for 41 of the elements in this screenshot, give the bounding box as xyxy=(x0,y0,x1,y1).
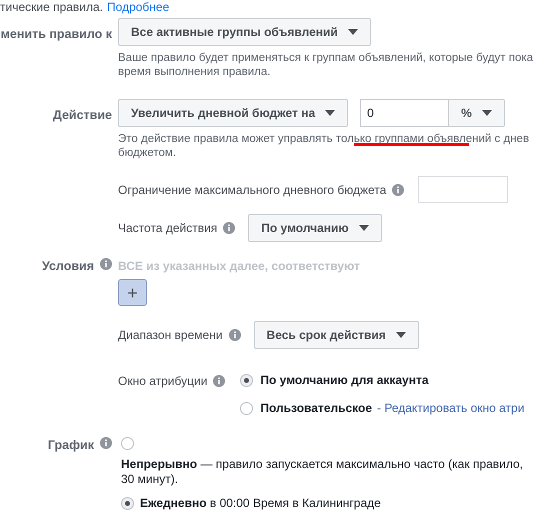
caret-icon xyxy=(482,110,492,116)
add-condition-button[interactable]: + xyxy=(118,279,147,306)
caret-icon xyxy=(325,110,336,116)
radio-button[interactable] xyxy=(240,374,254,386)
schedule-option-text: Ежедневно в 00:00 Время в Калининграде xyxy=(140,496,381,511)
field-label: Частота действия xyxy=(118,220,218,237)
caret-icon xyxy=(396,332,406,338)
field-label: менить правило к xyxy=(0,26,112,43)
option-label: Пользовательское xyxy=(260,400,372,417)
info-icon[interactable] xyxy=(223,222,236,234)
field-label: Окно атрибуции xyxy=(118,373,208,390)
field-label: График xyxy=(48,437,94,454)
conditions-hint: ВСЕ из указанных далее, соответствуют xyxy=(118,258,360,275)
edit-attribution-link[interactable]: - Редактировать окно атри xyxy=(377,399,524,417)
option-label: По умолчанию для аккаунта xyxy=(260,372,429,389)
schedule-option-text: Непрерывно — правило запускается максимально часто (как правило, 30 минут). xyxy=(121,457,524,487)
field-label: Диапазон времени xyxy=(118,327,223,344)
info-icon[interactable] xyxy=(100,258,112,270)
field-label: Действие xyxy=(52,107,112,124)
radio-button[interactable] xyxy=(121,497,134,510)
dropdown-button[interactable]: Весь срок действия xyxy=(254,321,419,349)
intro-text: тические правила. xyxy=(0,0,104,14)
unit-dropdown[interactable]: % xyxy=(448,99,505,127)
dropdown-button[interactable]: По умолчанию xyxy=(248,214,382,242)
budget-input[interactable] xyxy=(418,176,508,203)
caret-icon xyxy=(348,29,358,35)
caret-icon xyxy=(358,225,369,231)
info-icon[interactable] xyxy=(392,184,404,196)
dropdown-button[interactable]: Увеличить дневной бюджет на xyxy=(118,99,348,127)
info-icon[interactable] xyxy=(228,329,241,341)
info-icon[interactable] xyxy=(100,437,112,449)
info-icon[interactable] xyxy=(213,375,226,387)
radio-button[interactable] xyxy=(121,437,134,450)
field-label: Ограничение максимального дневного бюджета xyxy=(118,182,386,198)
learn-more-link[interactable]: Подробнее xyxy=(107,0,170,14)
field-label: Условия xyxy=(42,258,94,275)
radio-button[interactable] xyxy=(240,402,254,414)
help-text: Ваше правило будет применяться к группам объявлений, которые будут пока время выполнения правила. xyxy=(118,51,534,79)
amount-input[interactable]: 0 xyxy=(360,99,450,127)
help-text: Это действие правила может управлять только группами объявлений с днев бюджетом. xyxy=(118,132,530,160)
dropdown-button[interactable]: Все активные группы объявлений xyxy=(118,18,371,46)
